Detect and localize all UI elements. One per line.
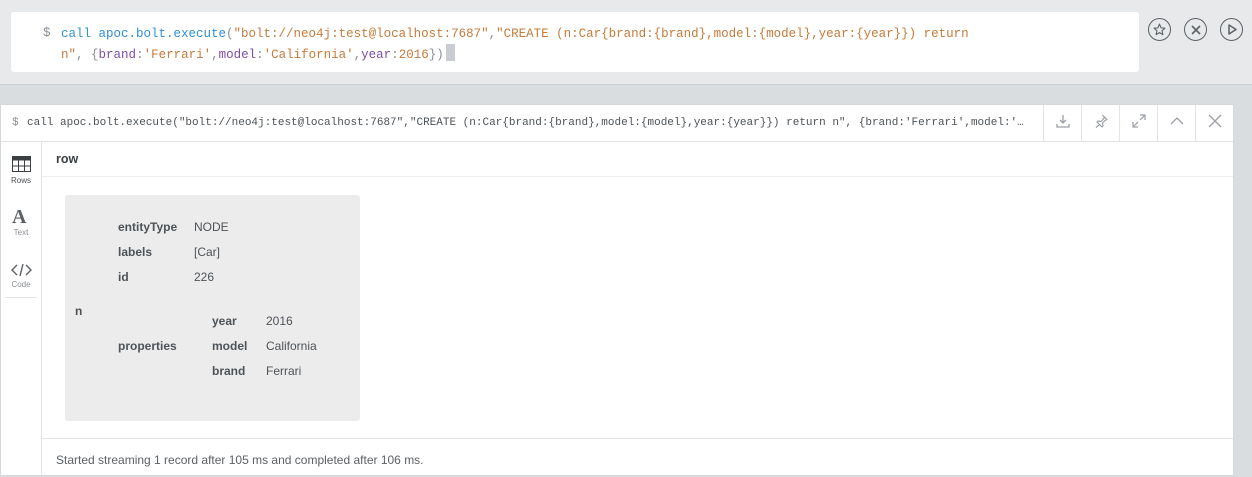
code-function: call apoc.bolt.execute <box>61 27 227 41</box>
entity-type-value: NODE <box>194 220 229 234</box>
editor-prompt: $ <box>43 26 51 40</box>
tab-divider <box>5 297 37 298</box>
status-message: Started streaming 1 record after 105 ms … <box>56 453 424 467</box>
column-header-row: row <box>56 152 79 166</box>
code-brace-close: }) <box>428 48 444 62</box>
code-param-key: brand <box>98 48 137 62</box>
close-frame-button[interactable] <box>1195 105 1233 141</box>
id-key: id <box>118 270 129 284</box>
variable-name: n <box>75 304 83 318</box>
entity-type-key: entityType <box>118 220 178 234</box>
result-frame: $ call apoc.bolt.execute("bolt://neo4j:t… <box>0 104 1234 476</box>
tab-rows[interactable]: Rows <box>1 142 41 194</box>
labels-value: [Car] <box>194 245 221 259</box>
code-query-arg-1: "CREATE (n:Car{brand:{brand},model:{mode… <box>496 27 969 41</box>
code-param-value: 'California' <box>263 48 354 62</box>
frame-toolbar <box>1043 105 1233 141</box>
result-cell: n entityType NODE labels [Car] id 226 pr… <box>65 195 360 421</box>
frame-prompt: $ <box>12 117 19 129</box>
tab-text-label: Text <box>13 228 29 237</box>
frame-header: $ call apoc.bolt.execute("bolt://neo4j:t… <box>1 105 1233 142</box>
pin-button[interactable] <box>1081 105 1119 141</box>
table-column-header: row <box>42 142 1233 177</box>
expand-icon <box>1131 113 1147 134</box>
tab-code[interactable]: Code <box>1 246 41 298</box>
code-param-key: year <box>361 48 392 62</box>
property-key-year: year <box>212 314 237 328</box>
property-value-model: California <box>266 339 317 353</box>
view-sidebar: Rows A Text Code <box>1 142 42 475</box>
code-brace: { <box>91 48 99 62</box>
code-param-value: 'Ferrari' <box>143 48 212 62</box>
query-editor[interactable]: $ call apoc.bolt.execute("bolt://neo4j:t… <box>11 12 1139 72</box>
code-query-arg-2: n" <box>61 48 77 62</box>
star-icon <box>1153 23 1166 36</box>
close-circle-icon <box>1190 24 1201 35</box>
download-icon <box>1055 113 1071 134</box>
collapse-button[interactable] <box>1157 105 1195 141</box>
tab-code-label: Code <box>11 280 31 289</box>
property-key-brand: brand <box>212 364 246 378</box>
clear-editor-button[interactable] <box>1184 18 1207 41</box>
favorite-button[interactable] <box>1148 18 1171 41</box>
property-value-year: 2016 <box>266 314 293 328</box>
collapse-icon <box>1169 113 1185 134</box>
pin-icon <box>1093 113 1109 134</box>
query-code[interactable]: call apoc.bolt.execute("bolt://neo4j:tes… <box>61 24 1121 65</box>
labels-key: labels <box>118 245 153 259</box>
play-icon <box>1227 24 1237 35</box>
fullscreen-button[interactable] <box>1119 105 1157 141</box>
property-key-model: model <box>212 339 248 353</box>
text-cursor <box>445 44 455 61</box>
code-url-arg: "bolt://neo4j:test@localhost:7687" <box>233 27 489 41</box>
frame-query-title[interactable]: call apoc.bolt.execute("bolt://neo4j:tes… <box>27 117 1027 129</box>
close-icon <box>1207 113 1223 134</box>
run-query-button[interactable] <box>1220 18 1243 41</box>
text-icon: A <box>12 206 27 228</box>
tab-rows-label: Rows <box>10 176 31 185</box>
status-bar: Started streaming 1 record after 105 ms … <box>42 438 1233 476</box>
download-button[interactable] <box>1043 105 1081 141</box>
code-param-value: 2016 <box>398 48 429 62</box>
code-param-key: model <box>218 48 257 62</box>
properties-key: properties <box>118 339 177 353</box>
editor-actions <box>1146 18 1246 46</box>
tab-text[interactable]: A Text <box>1 194 41 246</box>
editor-bar: $ call apoc.bolt.execute("bolt://neo4j:t… <box>0 0 1252 85</box>
table-icon <box>12 156 31 177</box>
property-value-brand: Ferrari <box>266 364 302 378</box>
id-value: 226 <box>194 270 215 284</box>
